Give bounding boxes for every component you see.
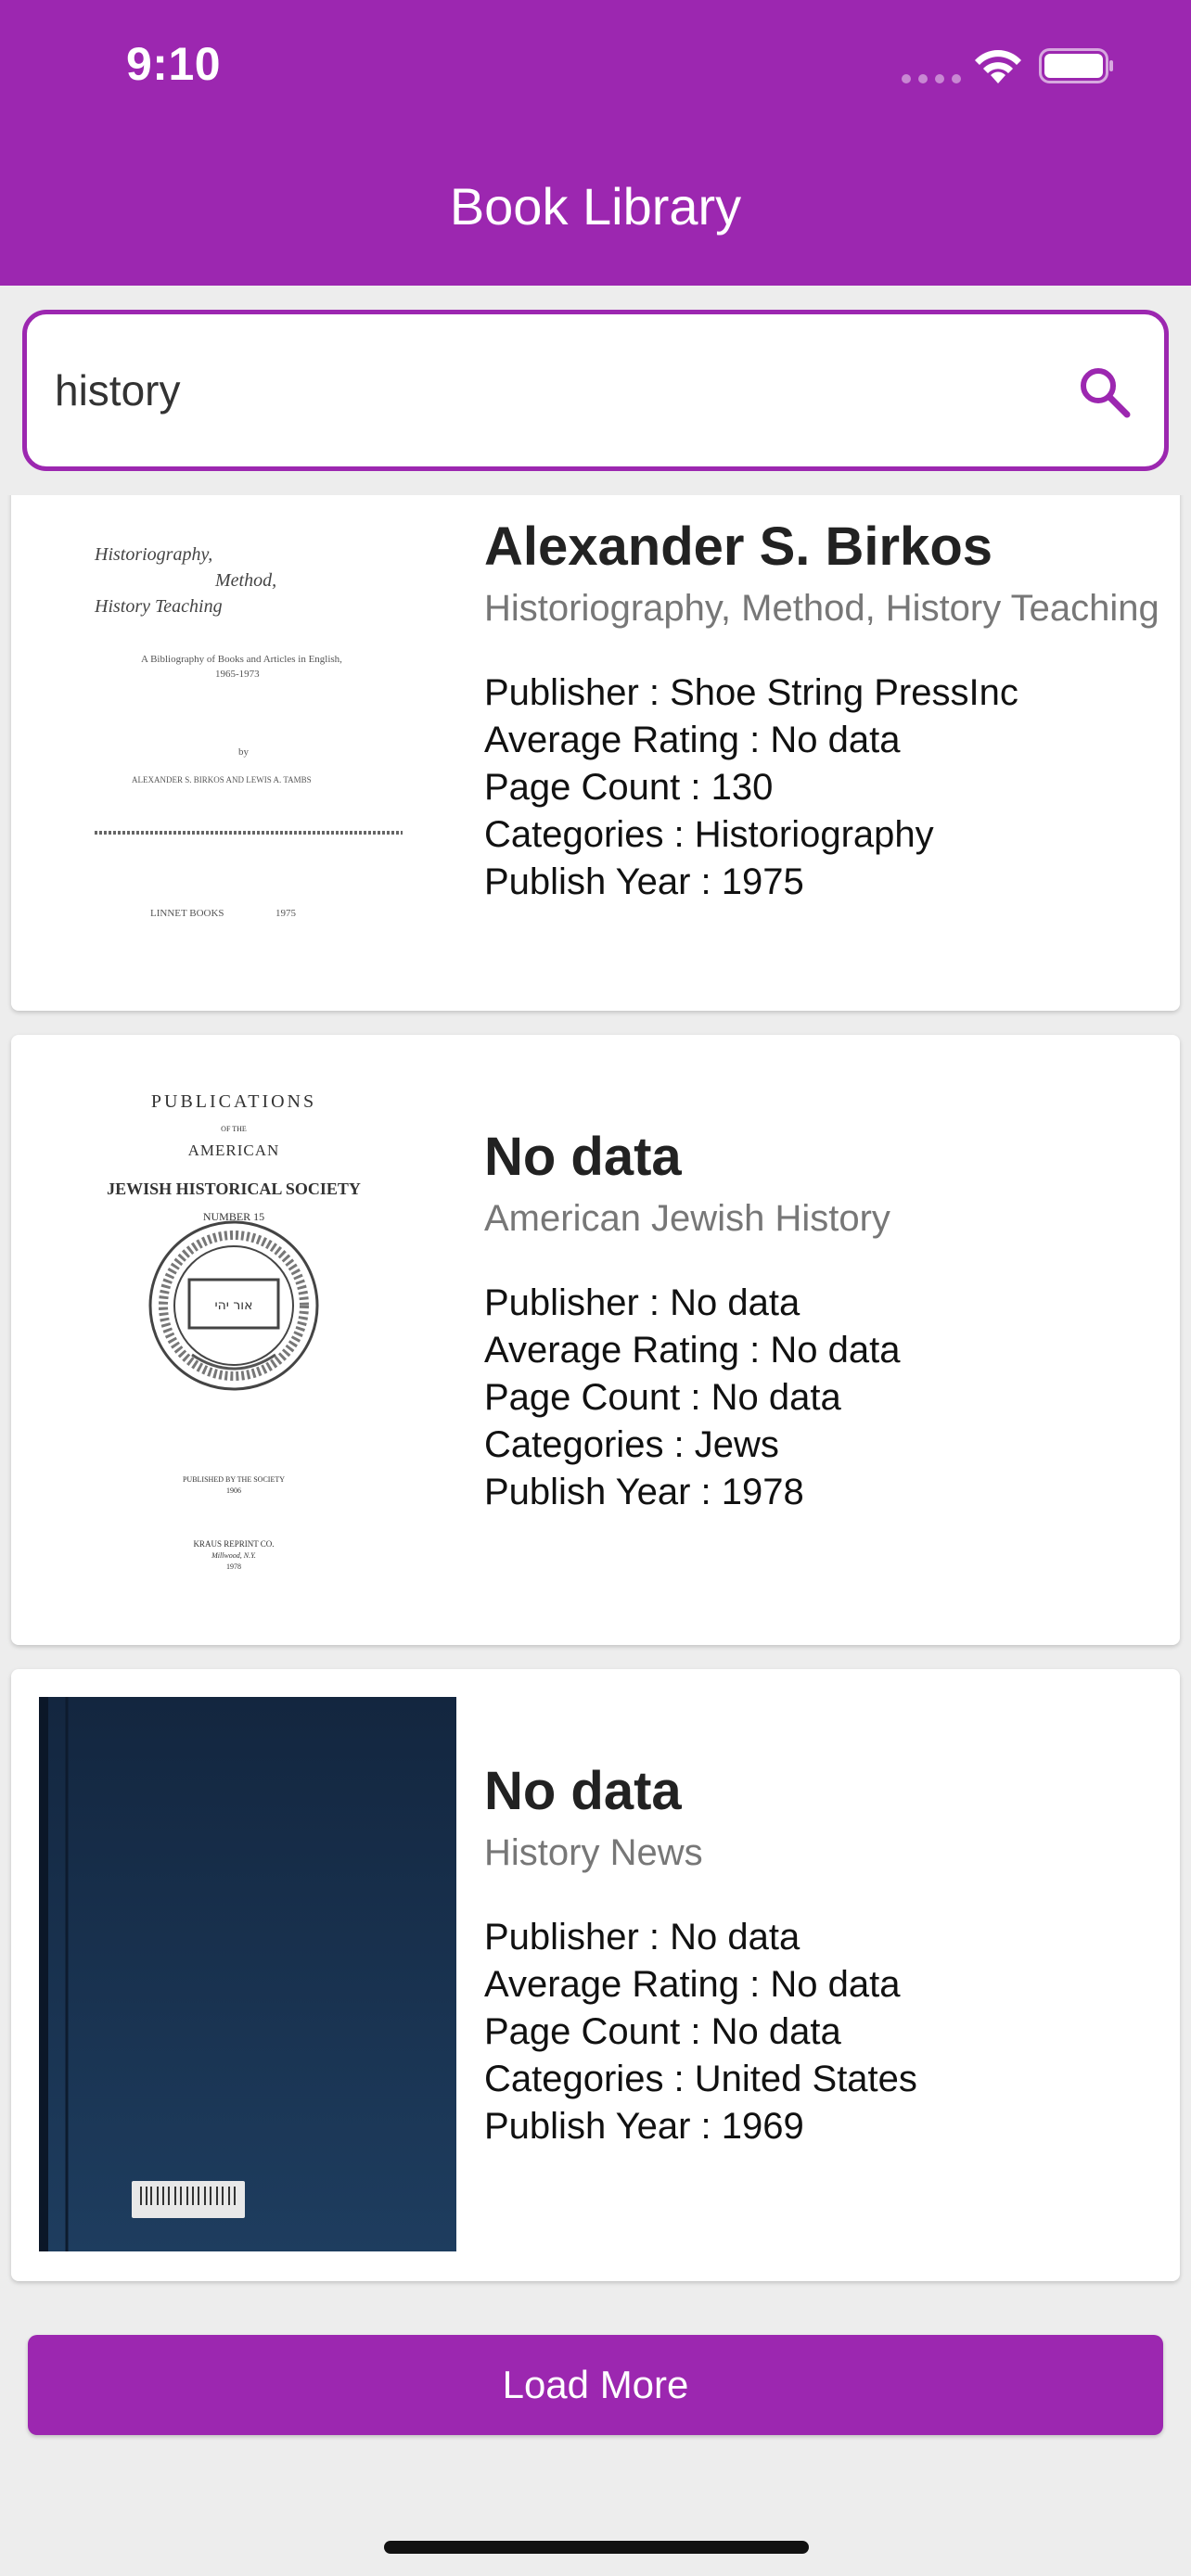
- book-page-count: Page Count : No data: [484, 1377, 841, 1418]
- cover-line: JEWISH HISTORICAL SOCIETY: [107, 1180, 361, 1198]
- cover-title-line: Method,: [214, 570, 276, 591]
- book-publish-year: Publish Year : 1978: [484, 1472, 804, 1512]
- book-subtitle: Historiography, Method, History Teaching: [484, 588, 1159, 629]
- cover-title-line: History Teaching: [94, 596, 223, 617]
- cover-line: AMERICAN: [188, 1141, 280, 1159]
- cover-line: 1906: [226, 1486, 241, 1495]
- book-publisher: Publisher : Shoe String PressInc: [484, 672, 1018, 713]
- cover-year: 1975: [275, 908, 297, 919]
- book-title: Alexander S. Birkos: [484, 516, 992, 577]
- book-details: Publisher : No data Average Rating : No …: [484, 1914, 1161, 2150]
- cover-line: KRAUS REPRINT CO.: [193, 1539, 274, 1549]
- load-more-button[interactable]: Load More: [28, 2335, 1163, 2435]
- cover-by: by: [238, 746, 250, 758]
- book-cover: Historiography, Method, History Teaching…: [39, 495, 456, 996]
- book-title: No data: [484, 1127, 682, 1187]
- status-time: 9:10: [126, 38, 222, 90]
- book-page-count: Page Count : No data: [484, 2011, 841, 2052]
- book-categories: Categories : Jews: [484, 1424, 779, 1465]
- book-card[interactable]: No data History News Publisher : No data…: [11, 1669, 1180, 2281]
- book-details: Publisher : No data Average Rating : No …: [484, 1280, 1161, 1516]
- book-cover: PUBLICATIONS OF THE AMERICAN JEWISH HIST…: [39, 1063, 456, 1617]
- cover-line: OF THE: [221, 1125, 247, 1133]
- book-rating: Average Rating : No data: [484, 1330, 901, 1371]
- cellular-signal-icon: [902, 74, 961, 83]
- book-categories: Categories : United States: [484, 2059, 917, 2099]
- home-indicator[interactable]: [384, 2541, 809, 2554]
- search-bar: [22, 310, 1169, 471]
- book-cover-image: Historiography, Method, History Teaching…: [39, 495, 456, 996]
- book-card[interactable]: PUBLICATIONS OF THE AMERICAN JEWISH HIST…: [11, 1035, 1180, 1645]
- book-subtitle: American Jewish History: [484, 1198, 890, 1239]
- book-cover-image: [39, 1697, 456, 2251]
- cover-line: Millwood, N.Y.: [211, 1551, 256, 1560]
- book-info: No data American Jewish History Publishe…: [484, 1124, 1161, 1516]
- search-icon[interactable]: [1075, 363, 1134, 422]
- book-details: Publisher : Shoe String PressInc Average…: [484, 670, 1161, 906]
- book-info: No data History News Publisher : No data…: [484, 1758, 1161, 2150]
- book-title: No data: [484, 1761, 682, 1821]
- battery-icon: [1039, 48, 1113, 83]
- book-list[interactable]: Historiography, Method, History Teaching…: [0, 495, 1191, 2294]
- wifi-icon: [975, 50, 1021, 83]
- app-bar: Book Library: [0, 139, 1191, 286]
- seal-text: אור יהי: [215, 1298, 253, 1313]
- cover-line: PUBLISHED BY THE SOCIETY: [183, 1475, 285, 1484]
- book-publish-year: Publish Year : 1975: [484, 861, 804, 902]
- book-publisher: Publisher : No data: [484, 1917, 800, 1958]
- book-publisher: Publisher : No data: [484, 1282, 800, 1323]
- barcode-icon: [132, 2181, 245, 2218]
- cover-imprint: LINNET BOOKS: [150, 908, 224, 919]
- book-info: Alexander S. Birkos Historiography, Meth…: [484, 514, 1161, 906]
- book-page-count: Page Count : 130: [484, 767, 774, 808]
- seal-icon: אור יהי: [148, 1220, 319, 1391]
- book-rating: Average Rating : No data: [484, 720, 901, 760]
- book-publish-year: Publish Year : 1969: [484, 2106, 804, 2147]
- page-title: Book Library: [449, 177, 742, 236]
- cover-subtitle: A Bibliography of Books and Articles in …: [141, 654, 342, 665]
- svg-text:1965-1973: 1965-1973: [215, 669, 260, 680]
- status-bar: 9:10: [0, 0, 1191, 139]
- book-card[interactable]: Historiography, Method, History Teaching…: [11, 495, 1180, 1011]
- book-cover: [39, 1697, 456, 2251]
- cover-title-line: Historiography,: [94, 544, 212, 565]
- cover-authors: ALEXANDER S. BIRKOS AND LEWIS A. TAMBS: [132, 775, 312, 784]
- search-input[interactable]: [55, 314, 1038, 466]
- book-cover-image: PUBLICATIONS OF THE AMERICAN JEWISH HIST…: [39, 1063, 456, 1617]
- cover-line: PUBLICATIONS: [151, 1091, 316, 1112]
- book-subtitle: History News: [484, 1832, 703, 1873]
- book-categories: Categories : Historiography: [484, 814, 934, 855]
- book-rating: Average Rating : No data: [484, 1964, 901, 2005]
- cover-line: 1978: [226, 1562, 241, 1571]
